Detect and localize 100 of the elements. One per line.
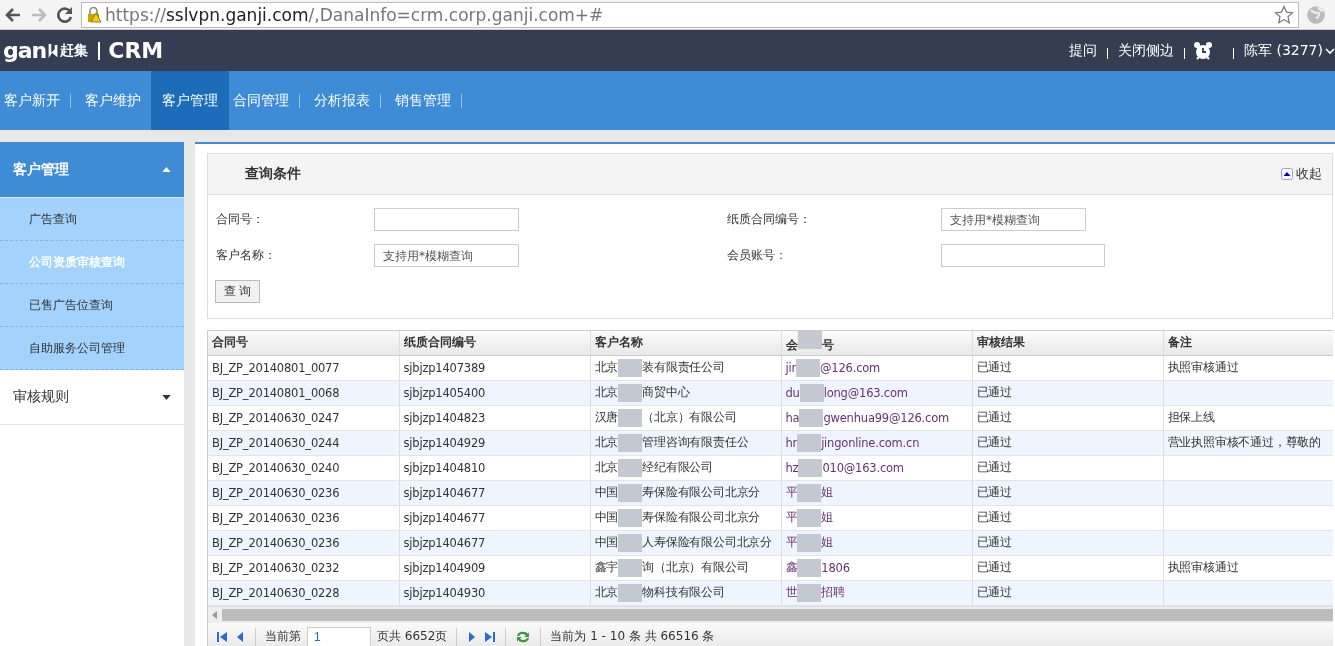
table-cell: gwenhua99@126.com: [823, 410, 950, 425]
table-cell: sjbjzp1407389: [403, 360, 486, 375]
table-cell: sjbjzp1404929: [403, 435, 486, 450]
table-cell: 鑫: [785, 560, 798, 575]
table-cell: BJ_ZP_20140630_0244: [212, 435, 340, 450]
scroll-left-icon[interactable]: [212, 610, 218, 619]
table-cell: 担保上线: [1167, 410, 1215, 425]
header-link[interactable]: 关闭侧边: [1114, 41, 1178, 60]
input-field[interactable]: 支持用*模糊查询: [941, 208, 1086, 231]
column-header[interactable]: 纸质合同编号: [399, 331, 590, 355]
table-cell: 已通过: [976, 460, 1012, 475]
column-header[interactable]: 合同号: [208, 331, 399, 355]
collapse-icon[interactable]: [1281, 168, 1293, 180]
table-cell: 寿保险有限公司北京分: [642, 485, 761, 500]
table-cell: 经纪有限公司: [642, 460, 713, 475]
table-cell: @126.com: [820, 360, 881, 375]
table-cell: （北京）有限公司: [642, 410, 737, 425]
field-label: 合同号：: [216, 211, 265, 228]
nav-tab[interactable]: 客户维护: [81, 71, 151, 130]
table-cell: 物科技有限公司: [642, 585, 725, 600]
nav-tab[interactable]: 分析报表: [310, 71, 380, 130]
table-cell: 已通过: [976, 385, 1012, 400]
table-cell: 已通过: [976, 585, 1012, 600]
table-cell: 平: [785, 510, 798, 525]
input-field[interactable]: 支持用*模糊查询: [374, 244, 519, 267]
table-cell: 寿保险有限公司北京分: [642, 510, 761, 525]
nav-tab[interactable]: 销售管理: [391, 71, 461, 130]
field-label: 客户名称：: [216, 247, 277, 264]
logo-text: gan: [3, 38, 47, 63]
collapse-link[interactable]: 收起: [1281, 165, 1322, 183]
table-cell: 中国: [594, 485, 619, 500]
table-cell: 姐: [821, 535, 834, 550]
sidebar-item[interactable]: 自助服务公司管理: [0, 327, 184, 370]
table-cell: 商贸中心: [642, 385, 690, 400]
pager-label: 页共 6652页: [377, 628, 448, 645]
table-cell: 执照审核通过: [1167, 360, 1239, 375]
table-cell: ha: [785, 410, 800, 425]
star-icon[interactable]: [1274, 4, 1294, 25]
table-cell: BJ_ZP_20140630_0240: [212, 460, 340, 475]
pager-summary: 当前为 1 - 10 条 共 66516 条: [550, 628, 715, 645]
field-label: 会员账号：: [727, 247, 788, 264]
table-cell: 北京: [594, 585, 619, 600]
table-cell: 010@163.com: [822, 460, 904, 475]
sidebar-group[interactable]: 客户管理: [0, 142, 184, 198]
table-cell: 1806: [821, 560, 850, 575]
table-cell: BJ_ZP_20140630_0236: [212, 510, 340, 525]
table-cell: 北京: [594, 435, 619, 450]
table-cell: 汉唐: [594, 410, 619, 425]
page-input[interactable]: 1: [307, 626, 371, 646]
panel-title: 查询条件: [245, 165, 301, 183]
table-cell: 已通过: [976, 485, 1012, 500]
logo[interactable]: gan 赶集: [3, 38, 89, 63]
table-cell: 北京: [594, 385, 619, 400]
table-cell: 执照审核通过: [1167, 560, 1239, 575]
column-header[interactable]: 客户名称: [590, 331, 781, 355]
table-cell: BJ_ZP_20140630_0228: [212, 585, 340, 600]
table-cell: sjbjzp1404677: [403, 510, 486, 525]
table-cell: BJ_ZP_20140630_0247: [212, 410, 340, 425]
table-cell: BJ_ZP_20140630_0236: [212, 485, 340, 500]
caret-icon: [162, 167, 171, 172]
column-header[interactable]: 会 号: [781, 331, 972, 355]
table-cell: 姐: [821, 485, 834, 500]
first-page-icon[interactable]: [216, 630, 228, 643]
table-cell: 中国: [594, 510, 619, 525]
table-cell: 人寿保险有限公司北京分: [642, 535, 772, 550]
table-cell: hr: [785, 435, 798, 450]
table-cell: 已通过: [976, 410, 1012, 425]
table-cell: 已通过: [976, 510, 1012, 525]
input-field[interactable]: [374, 208, 519, 231]
table-cell: BJ_ZP_20140801_0077: [212, 360, 340, 375]
table-cell: 平: [785, 535, 798, 550]
sidebar-group[interactable]: 审核规则: [0, 370, 184, 425]
header-link[interactable]: 提问: [1065, 41, 1101, 60]
table-cell: 营业执照审核不通过，尊敬的: [1167, 435, 1321, 450]
column-header[interactable]: 审核结果: [972, 331, 1163, 355]
last-page-icon[interactable]: [484, 630, 497, 643]
table-cell: 已通过: [976, 435, 1012, 450]
table-cell: sjbjzp1404930: [403, 585, 486, 600]
table-cell: du: [785, 385, 800, 400]
table-cell: 平: [785, 485, 798, 500]
caret-icon[interactable]: [1325, 45, 1335, 56]
nav-tab[interactable]: 合同管理: [229, 71, 299, 130]
sidebar-item[interactable]: 广告查询: [0, 198, 184, 241]
table-cell: 鑫宇: [594, 560, 619, 575]
nav-tab[interactable]: 客户新开: [0, 71, 70, 130]
logo-text: 赶集: [60, 41, 89, 60]
alarm-clock-icon[interactable]: [1193, 40, 1213, 61]
table-cell: 姐: [821, 510, 834, 525]
reload-icon[interactable]: [55, 4, 75, 25]
sidebar-item[interactable]: 已售广告位查询: [0, 284, 184, 327]
column-header[interactable]: 备注: [1163, 331, 1333, 355]
field-label: 纸质合同编号：: [727, 211, 812, 228]
table-cell: 管理咨询有限责任公: [642, 435, 749, 450]
caret-icon: [162, 394, 171, 400]
nav-tab[interactable]: 客户管理: [151, 71, 229, 130]
input-field[interactable]: [941, 244, 1105, 267]
user-menu[interactable]: 陈军 (3277): [1240, 41, 1325, 60]
query-button[interactable]: 查 询: [215, 280, 260, 303]
table-cell: BJ_ZP_20140630_0236: [212, 535, 340, 550]
address-bar[interactable]: https://sslvpn.ganji.com/,DanaInfo=crm.corp.ganji.com+#: [81, 1, 1299, 28]
